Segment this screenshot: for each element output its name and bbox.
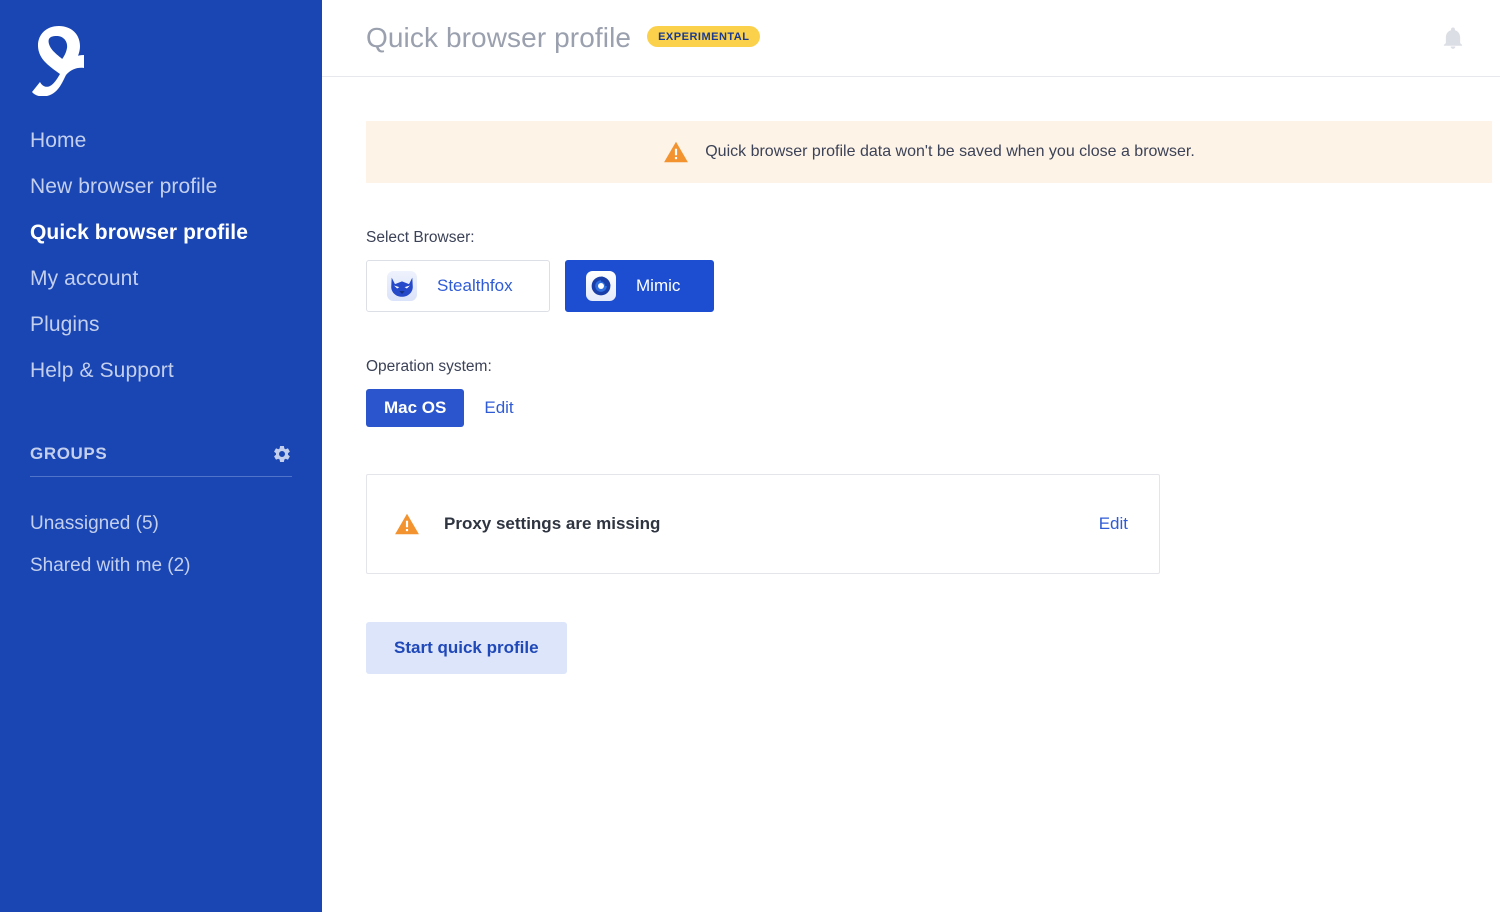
content-area: Quick browser profile data won't be save…	[322, 77, 1500, 674]
operation-system-label: Operation system:	[366, 358, 492, 375]
warning-banner-text: Quick browser profile data won't be save…	[705, 143, 1195, 160]
browser-option-stealthfox-label: Stealthfox	[437, 276, 513, 295]
groups-title: GROUPS	[30, 444, 108, 463]
groups-header: GROUPS	[30, 444, 292, 477]
sidebar: Home New browser profile Quick browser p…	[0, 0, 322, 912]
logo[interactable]	[0, 0, 322, 118]
group-item-shared-with-me[interactable]: Shared with me (2)	[30, 545, 322, 587]
sidebar-item-plugins[interactable]: Plugins	[30, 302, 322, 348]
stealthfox-fox-icon	[387, 271, 417, 301]
group-item-unassigned[interactable]: Unassigned (5)	[30, 503, 322, 545]
browser-option-stealthfox[interactable]: Stealthfox	[366, 260, 550, 312]
gear-icon[interactable]	[272, 444, 292, 464]
sidebar-nav: Home New browser profile Quick browser p…	[0, 118, 322, 394]
select-browser-label: Select Browser:	[366, 229, 475, 246]
top-bar: Quick browser profile EXPERIMENTAL	[322, 0, 1500, 77]
sidebar-item-my-account[interactable]: My account	[30, 256, 322, 302]
warning-triangle-icon	[395, 513, 419, 535]
main-content: Quick browser profile EXPERIMENTAL Quick…	[322, 0, 1500, 912]
os-edit-link[interactable]: Edit	[478, 394, 519, 422]
mimic-chrome-icon	[586, 271, 616, 301]
sidebar-item-new-browser-profile[interactable]: New browser profile	[30, 164, 322, 210]
proxy-settings-card: Proxy settings are missing Edit	[366, 474, 1160, 574]
sidebar-item-home[interactable]: Home	[30, 118, 322, 164]
multilogin-logo-icon	[32, 26, 84, 96]
proxy-edit-link[interactable]: Edit	[1093, 510, 1134, 538]
start-quick-profile-button[interactable]: Start quick profile	[366, 622, 567, 674]
page-title: Quick browser profile	[366, 22, 632, 53]
browser-option-mimic[interactable]: Mimic	[565, 260, 714, 312]
operation-system-row: Mac OS Edit	[366, 389, 1492, 427]
warning-banner: Quick browser profile data won't be save…	[366, 121, 1492, 183]
groups-list: Unassigned (5) Shared with me (2)	[0, 477, 322, 587]
warning-triangle-icon	[664, 141, 689, 163]
bell-icon[interactable]	[1440, 24, 1466, 52]
app-root: Home New browser profile Quick browser p…	[0, 0, 1500, 912]
experimental-badge: EXPERIMENTAL	[647, 25, 761, 47]
browser-options-row: Stealthfox Mimic	[366, 260, 1492, 312]
sidebar-item-quick-browser-profile[interactable]: Quick browser profile	[30, 210, 322, 256]
browser-option-mimic-label: Mimic	[636, 276, 681, 295]
proxy-settings-text: Proxy settings are missing	[444, 514, 661, 533]
sidebar-item-help-support[interactable]: Help & Support	[30, 348, 322, 394]
os-value-button[interactable]: Mac OS	[366, 389, 465, 427]
